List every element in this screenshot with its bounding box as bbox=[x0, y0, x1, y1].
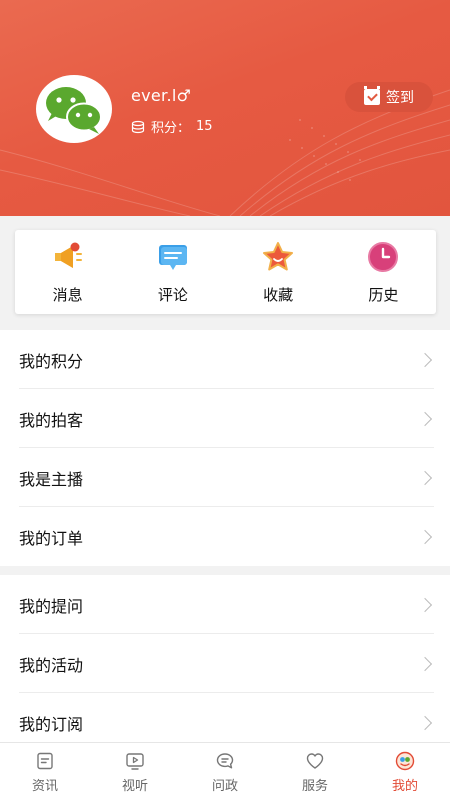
chevron-right-icon bbox=[417, 597, 433, 612]
menu-item-label: 我的拍客 bbox=[19, 410, 84, 430]
chevron-right-icon bbox=[417, 352, 433, 367]
menu-item-i-am-host[interactable]: 我是主播 bbox=[0, 448, 450, 507]
chevron-right-icon bbox=[417, 715, 433, 730]
menu-item-label: 我的订阅 bbox=[19, 714, 84, 734]
nav-tab-services[interactable]: 服务 bbox=[270, 743, 360, 800]
chevron-right-icon bbox=[417, 411, 433, 426]
comment-icon bbox=[158, 245, 187, 270]
news-icon bbox=[37, 752, 53, 770]
megaphone-icon bbox=[54, 242, 82, 268]
menu-item-label: 我的提问 bbox=[19, 596, 84, 616]
quick-action-label: 消息 bbox=[52, 286, 83, 304]
nav-label: 视听 bbox=[121, 779, 148, 794]
quick-actions-card: 消息 评论 收藏 历史 bbox=[15, 230, 436, 314]
bottom-navigation: 资讯 视听 问政 服务 我的 bbox=[0, 742, 450, 800]
nav-label: 资讯 bbox=[31, 779, 58, 794]
quick-action-label: 历史 bbox=[368, 286, 399, 304]
quick-action-label: 评论 bbox=[157, 286, 188, 304]
checkin-button[interactable]: 签到 bbox=[345, 82, 433, 112]
points-value: 15 bbox=[196, 119, 213, 134]
username: ever.l♂ bbox=[131, 86, 192, 105]
profile-header: ever.l♂ 积分： 15 签到 bbox=[0, 0, 450, 216]
nav-tab-mine[interactable]: 我的 bbox=[360, 743, 450, 800]
star-icon bbox=[263, 242, 294, 271]
video-icon bbox=[126, 753, 144, 770]
coin-stack-icon bbox=[131, 120, 145, 133]
nav-label: 问政 bbox=[211, 779, 238, 794]
quick-action-comments[interactable]: 评论 bbox=[120, 230, 225, 314]
menu-group-secondary: 我的提问 我的活动 我的订阅 bbox=[0, 575, 450, 752]
quick-action-history[interactable]: 历史 bbox=[331, 230, 436, 314]
menu-item-label: 我的订单 bbox=[19, 528, 84, 548]
menu-item-label: 我的积分 bbox=[19, 351, 84, 371]
quick-action-messages[interactable]: 消息 bbox=[15, 230, 120, 314]
nav-tab-news[interactable]: 资讯 bbox=[0, 743, 90, 800]
points-row: 积分： 15 bbox=[131, 117, 213, 136]
menu-item-my-activities[interactable]: 我的活动 bbox=[0, 634, 450, 693]
menu-item-label: 我的活动 bbox=[19, 655, 84, 675]
points-label: 积分： bbox=[151, 121, 191, 136]
chevron-right-icon bbox=[417, 470, 433, 485]
menu-item-my-reporter[interactable]: 我的拍客 bbox=[0, 389, 450, 448]
question-chat-icon bbox=[216, 753, 234, 769]
menu-item-my-questions[interactable]: 我的提问 bbox=[0, 575, 450, 634]
menu-item-my-points[interactable]: 我的积分 bbox=[0, 330, 450, 389]
calendar-check-icon bbox=[364, 86, 380, 105]
menu-item-my-orders[interactable]: 我的订单 bbox=[0, 507, 450, 566]
quick-action-label: 收藏 bbox=[263, 286, 294, 304]
menu-group-primary: 我的积分 我的拍客 我是主播 我的订单 bbox=[0, 330, 450, 566]
nav-tab-inquiry[interactable]: 问政 bbox=[180, 743, 270, 800]
avatar[interactable] bbox=[36, 75, 112, 143]
profile-icon bbox=[395, 751, 415, 771]
quick-action-favorites[interactable]: 收藏 bbox=[226, 230, 331, 314]
heart-icon bbox=[306, 753, 324, 769]
wechat-icon bbox=[46, 87, 102, 134]
chevron-right-icon bbox=[417, 529, 433, 544]
clock-icon bbox=[368, 242, 399, 272]
checkin-label: 签到 bbox=[386, 90, 414, 106]
chevron-right-icon bbox=[417, 656, 433, 671]
nav-label: 我的 bbox=[391, 779, 418, 794]
nav-tab-video[interactable]: 视听 bbox=[90, 743, 180, 800]
nav-label: 服务 bbox=[301, 779, 328, 794]
menu-item-label: 我是主播 bbox=[19, 469, 84, 489]
